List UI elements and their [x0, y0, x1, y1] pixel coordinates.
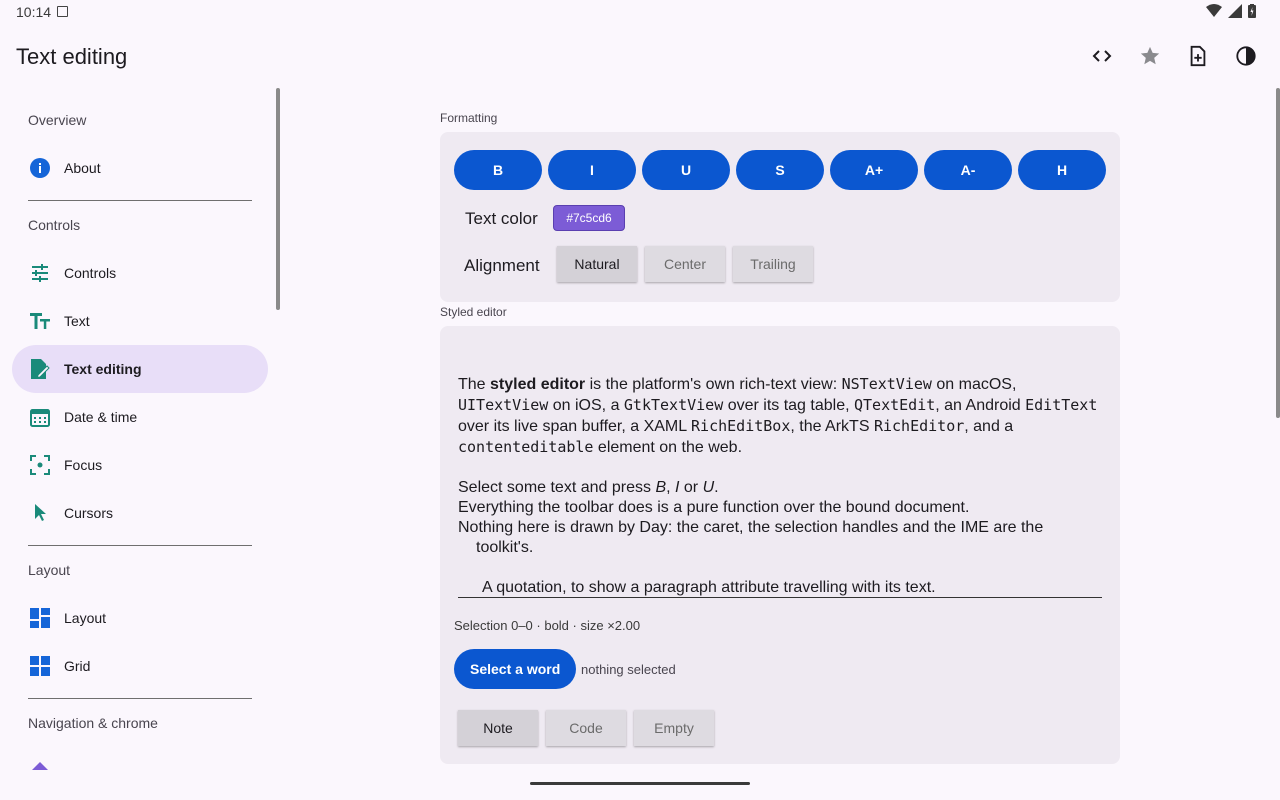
sidebar-item-label: Text editing	[64, 361, 142, 377]
styled-editor-label: Styled editor	[440, 305, 507, 319]
sidebar-item-label: Focus	[64, 457, 103, 473]
new-file-icon[interactable]	[1178, 36, 1218, 76]
layout-icon	[28, 606, 52, 630]
notification-icon	[57, 6, 68, 17]
selection-status: nothing selected	[581, 662, 676, 677]
text-color-chip[interactable]: #7c5cd6	[553, 205, 625, 231]
editor-paragraph: Everything the toolbar does is a pure fu…	[458, 499, 970, 516]
decrease-size-button[interactable]: A-	[924, 150, 1012, 190]
code-icon[interactable]	[1082, 36, 1122, 76]
bold-button[interactable]: B	[454, 150, 542, 190]
underline-button[interactable]: U	[642, 150, 730, 190]
battery-icon	[1248, 4, 1256, 18]
sidebar-item-focus[interactable]: Focus	[12, 441, 268, 489]
sidebar-section-overview: Overview	[28, 112, 87, 128]
sidebar-section-controls: Controls	[28, 217, 81, 233]
status-bar: 10:14	[0, 0, 1280, 24]
align-trailing-option[interactable]: Trailing	[733, 246, 813, 282]
preset-note-option[interactable]: Note	[458, 710, 538, 746]
preset-code-option[interactable]: Code	[546, 710, 626, 746]
cursor-icon	[28, 501, 52, 525]
text-icon	[28, 309, 52, 333]
sidebar-item-text[interactable]: Text	[12, 297, 268, 345]
select-word-button[interactable]: Select a word	[454, 649, 577, 689]
editor-quote: A quotation, to show a paragraph attribu…	[482, 579, 936, 596]
sidebar-item-label: Grid	[64, 658, 91, 674]
rich-text-editor[interactable]: The styled editor is the platform's own …	[458, 374, 1102, 598]
sidebar-item-label: Cursors	[64, 505, 114, 521]
sidebar-item-label: Text	[64, 313, 90, 329]
contrast-icon[interactable]	[1226, 36, 1266, 76]
formatting-label: Formatting	[440, 111, 498, 125]
info-icon	[28, 156, 52, 180]
sidebar-section-layout: Layout	[28, 562, 71, 578]
main-scrollbar[interactable]	[1276, 88, 1280, 418]
grid-icon	[28, 654, 52, 678]
edit-doc-icon	[28, 357, 52, 381]
status-time: 10:14	[16, 4, 52, 20]
star-icon[interactable]	[1130, 36, 1170, 76]
wifi-icon	[1206, 4, 1222, 17]
calendar-icon	[28, 405, 52, 429]
home-indicator[interactable]	[530, 782, 750, 785]
editor-underline	[458, 597, 1102, 598]
text-color-label: Text color	[465, 209, 538, 228]
sidebar-item-grid[interactable]: Grid	[12, 642, 268, 690]
sidebar-scrollbar[interactable]	[276, 88, 280, 310]
sidebar-divider	[28, 698, 252, 699]
selection-info: Selection 0–0 · bold · size ×2.00	[454, 618, 641, 633]
alignment-label: Alignment	[464, 256, 540, 275]
sidebar-item-cursors[interactable]: Cursors	[12, 489, 268, 537]
styles-icon	[32, 762, 48, 770]
align-natural-option[interactable]: Natural	[557, 246, 637, 282]
signal-icon	[1228, 4, 1242, 18]
sidebar-section-navigation: Navigation & chrome	[28, 715, 158, 731]
appbar-actions	[1082, 36, 1266, 76]
strikethrough-button[interactable]: S	[736, 150, 824, 190]
sidebar-divider	[28, 545, 252, 546]
heading-button[interactable]: H	[1018, 150, 1106, 190]
status-icons	[1206, 4, 1256, 18]
preset-empty-option[interactable]: Empty	[634, 710, 714, 746]
formatting-card: B I U S A+ A- H Text color #7c5cd6 Align…	[440, 132, 1120, 302]
increase-size-button[interactable]: A+	[830, 150, 918, 190]
editor-paragraph: The styled editor is the platform's own …	[458, 375, 1098, 456]
sidebar-item-text-editing[interactable]: Text editing	[12, 345, 268, 393]
align-center-option[interactable]: Center	[645, 246, 725, 282]
sidebar-item-label: Date & time	[64, 409, 138, 425]
sidebar-item-about[interactable]: About	[12, 144, 268, 192]
sidebar-item-label: Controls	[64, 265, 117, 281]
sidebar-item-date-time[interactable]: Date & time	[12, 393, 268, 441]
focus-icon	[28, 453, 52, 477]
sidebar-item-layout[interactable]: Layout	[12, 594, 268, 642]
sidebar: Overview About Controls Controls Text Te…	[0, 88, 280, 770]
styled-editor-card: The styled editor is the platform's own …	[440, 326, 1120, 764]
tune-icon	[28, 261, 52, 285]
page-title: Text editing	[16, 44, 128, 69]
editor-paragraph: Select some text and press B, I or U.	[458, 479, 719, 496]
sidebar-divider	[28, 200, 252, 201]
sidebar-item-label: Layout	[64, 610, 107, 626]
editor-paragraph: Nothing here is drawn by Day: the caret,…	[458, 519, 1044, 556]
italic-button[interactable]: I	[548, 150, 636, 190]
sidebar-item-controls[interactable]: Controls	[12, 249, 268, 297]
sidebar-item-label: About	[64, 160, 101, 176]
